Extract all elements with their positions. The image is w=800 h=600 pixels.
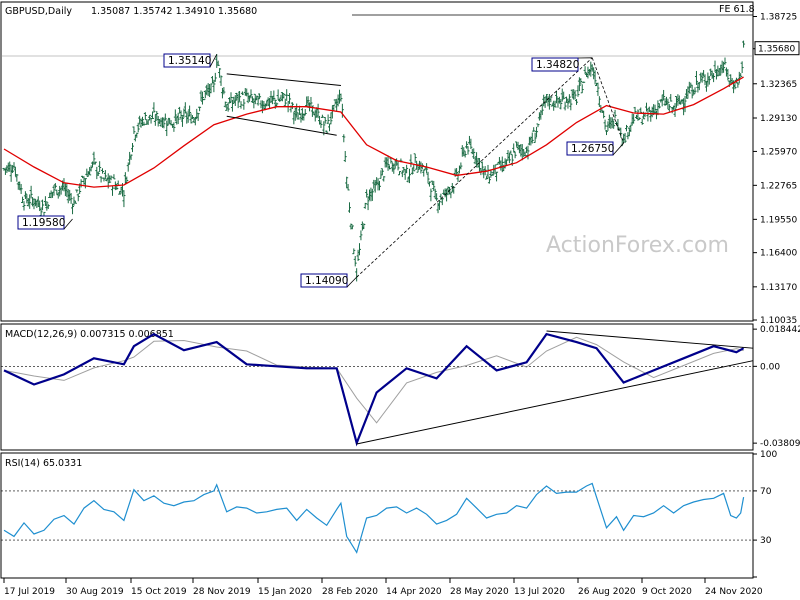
rsi-panel-title: RSI(14) 65.0331 [5,458,82,469]
x-axis-label: 24 Nov 2020 [705,587,763,597]
x-axis-label: 30 Aug 2019 [66,587,124,597]
price-annotation-label: 1.19580 [22,217,65,229]
x-axis-label: 13 Jul 2020 [514,587,565,597]
x-axis-label: 28 May 2020 [450,587,509,597]
macd-axis-label: -0.038095 [760,439,800,449]
x-axis-label: 28 Feb 2020 [322,587,378,597]
price-axis-label: 1.16400 [760,249,797,259]
price-panel-ohlc: 1.35087 1.35742 1.34910 1.35680 [91,6,257,17]
macd-axis-label: 0.018442 [760,325,800,335]
price-panel: GBPUSD,Daily 1.35087 1.35742 1.34910 1.3… [0,1,800,326]
price-annotation-label: 1.35140 [168,55,211,67]
watermark: ActionForex.com [546,233,729,258]
macd-panel-frame [0,323,754,451]
price-y-axis: 1.38725 1.35680 1.32365 1.29130 1.25970 1.227… [753,12,800,326]
x-axis-label: 17 Jul 2019 [4,587,55,597]
price-annotation-label: 1.14090 [305,275,348,287]
price-axis-label: 1.29130 [760,114,797,124]
price-panel-title: GBPUSD,Daily [5,6,72,17]
price-annotation-label: 1.34820 [536,59,579,71]
rsi-axis-label: 100 [760,450,777,460]
price-panel-frame [0,1,754,322]
price-axis-label: 1.38725 [760,12,797,22]
fe-level-label: FE 61.8 [719,4,755,15]
date-x-axis: 17 Jul 2019 30 Aug 2019 15 Oct 2019 28 Nov … [3,578,763,597]
price-annotation-label: 1.26750 [571,143,614,155]
price-axis-label: 1.32365 [760,80,797,90]
price-axis-label: 1.22765 [760,181,797,191]
x-axis-label: 26 Aug 2020 [578,587,636,597]
rsi-axis-label: 30 [760,536,772,546]
x-axis-label: 14 Apr 2020 [386,587,442,597]
rsi-axis-label: 70 [760,487,772,497]
macd-panel: MACD(12,26,9) 0.007315 0.006851 0.018442… [0,323,800,451]
price-axis-label: 1.25970 [760,147,797,157]
current-price-label: 1.35680 [758,45,795,55]
x-axis-label: 15 Oct 2019 [131,587,187,597]
chart-canvas: GBPUSD,Daily 1.35087 1.35742 1.34910 1.3… [0,1,800,597]
rsi-panel: RSI(14) 65.0331 100 70 30 [0,450,777,579]
x-axis-label: 15 Jan 2020 [258,587,312,597]
price-axis-label: 1.13170 [760,283,797,293]
price-axis-label: 1.19550 [760,215,797,225]
macd-axis-label: 0.00 [760,362,780,372]
x-axis-label: 9 Oct 2020 [642,587,692,597]
x-axis-label: 28 Nov 2019 [193,587,251,597]
